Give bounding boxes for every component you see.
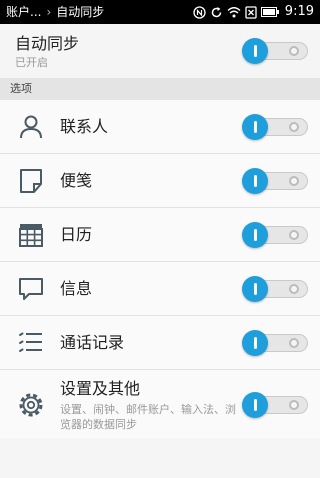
contact-icon	[20, 115, 42, 139]
toggle-off-mark	[289, 400, 299, 410]
list-item-notes[interactable]: 便笺	[0, 154, 320, 208]
nfc-icon	[193, 5, 206, 19]
status-bar: 账户... › 自动同步 9:19	[0, 0, 320, 24]
messages-toggle[interactable]	[242, 276, 308, 302]
toggle-off-mark	[289, 46, 299, 56]
list-item-messages[interactable]: 信息	[0, 262, 320, 316]
list-item-contacts[interactable]: 联系人	[0, 100, 320, 154]
call-log-icon	[19, 332, 42, 352]
auto-sync-title: 自动同步	[15, 34, 80, 53]
list-item-label: 便笺	[60, 171, 93, 190]
sync-options-list: 联系人 便笺 日历 信息 通话记录 设置及其他 设置、闹钟、邮件账户、输入法、浏…	[0, 100, 320, 440]
calendar-icon	[19, 224, 43, 247]
wifi-icon	[227, 7, 241, 18]
section-title: 选项	[10, 82, 32, 95]
toggle-off-mark	[289, 176, 299, 186]
toggle-knob	[242, 38, 268, 64]
no-sim-icon	[245, 5, 257, 19]
status-time: 9:19	[284, 4, 314, 19]
list-item-label: 通话记录	[60, 333, 125, 352]
note-icon	[20, 169, 42, 193]
empty-area	[0, 438, 320, 478]
list-item-calendar[interactable]: 日历	[0, 208, 320, 262]
list-item-label: 日历	[60, 225, 93, 244]
breadcrumb: 账户... › 自动同步	[6, 4, 104, 20]
list-item-label: 设置及其他	[60, 379, 141, 398]
list-item-call-log[interactable]: 通话记录	[0, 316, 320, 370]
toggle-off-mark	[289, 284, 299, 294]
toggle-knob	[242, 222, 268, 248]
breadcrumb-current: 自动同步	[56, 5, 105, 19]
toggle-knob	[242, 276, 268, 302]
call-log-toggle[interactable]	[242, 330, 308, 356]
auto-sync-row[interactable]: 自动同步 已开启	[0, 24, 320, 78]
toggle-knob	[242, 114, 268, 140]
chevron-right-icon: ›	[46, 5, 52, 19]
toggle-off-mark	[289, 122, 299, 132]
list-item-description: 设置、闹钟、邮件账户、输入法、浏览器的数据同步	[60, 403, 236, 431]
toggle-off-mark	[289, 230, 299, 240]
calendar-toggle[interactable]	[242, 222, 308, 248]
notes-toggle[interactable]	[242, 168, 308, 194]
list-item-label: 联系人	[60, 117, 109, 136]
message-icon	[19, 278, 43, 300]
battery-icon	[260, 7, 279, 17]
status-icons: 9:19	[193, 4, 314, 20]
auto-sync-toggle[interactable]	[242, 38, 308, 64]
list-item-label: 信息	[60, 279, 93, 298]
breadcrumb-parent[interactable]: 账户...	[6, 5, 41, 19]
toggle-knob	[242, 168, 268, 194]
list-item-settings-other[interactable]: 设置及其他 设置、闹钟、邮件账户、输入法、浏览器的数据同步	[0, 370, 320, 440]
auto-sync-status: 已开启	[15, 56, 48, 69]
settings-other-toggle[interactable]	[242, 392, 308, 418]
section-header: 选项	[0, 78, 320, 100]
toggle-knob	[242, 392, 268, 418]
sync-icon	[211, 6, 222, 17]
toggle-off-mark	[289, 338, 299, 348]
settings-icon	[19, 393, 43, 417]
toggle-knob	[242, 330, 268, 356]
contacts-toggle[interactable]	[242, 114, 308, 140]
